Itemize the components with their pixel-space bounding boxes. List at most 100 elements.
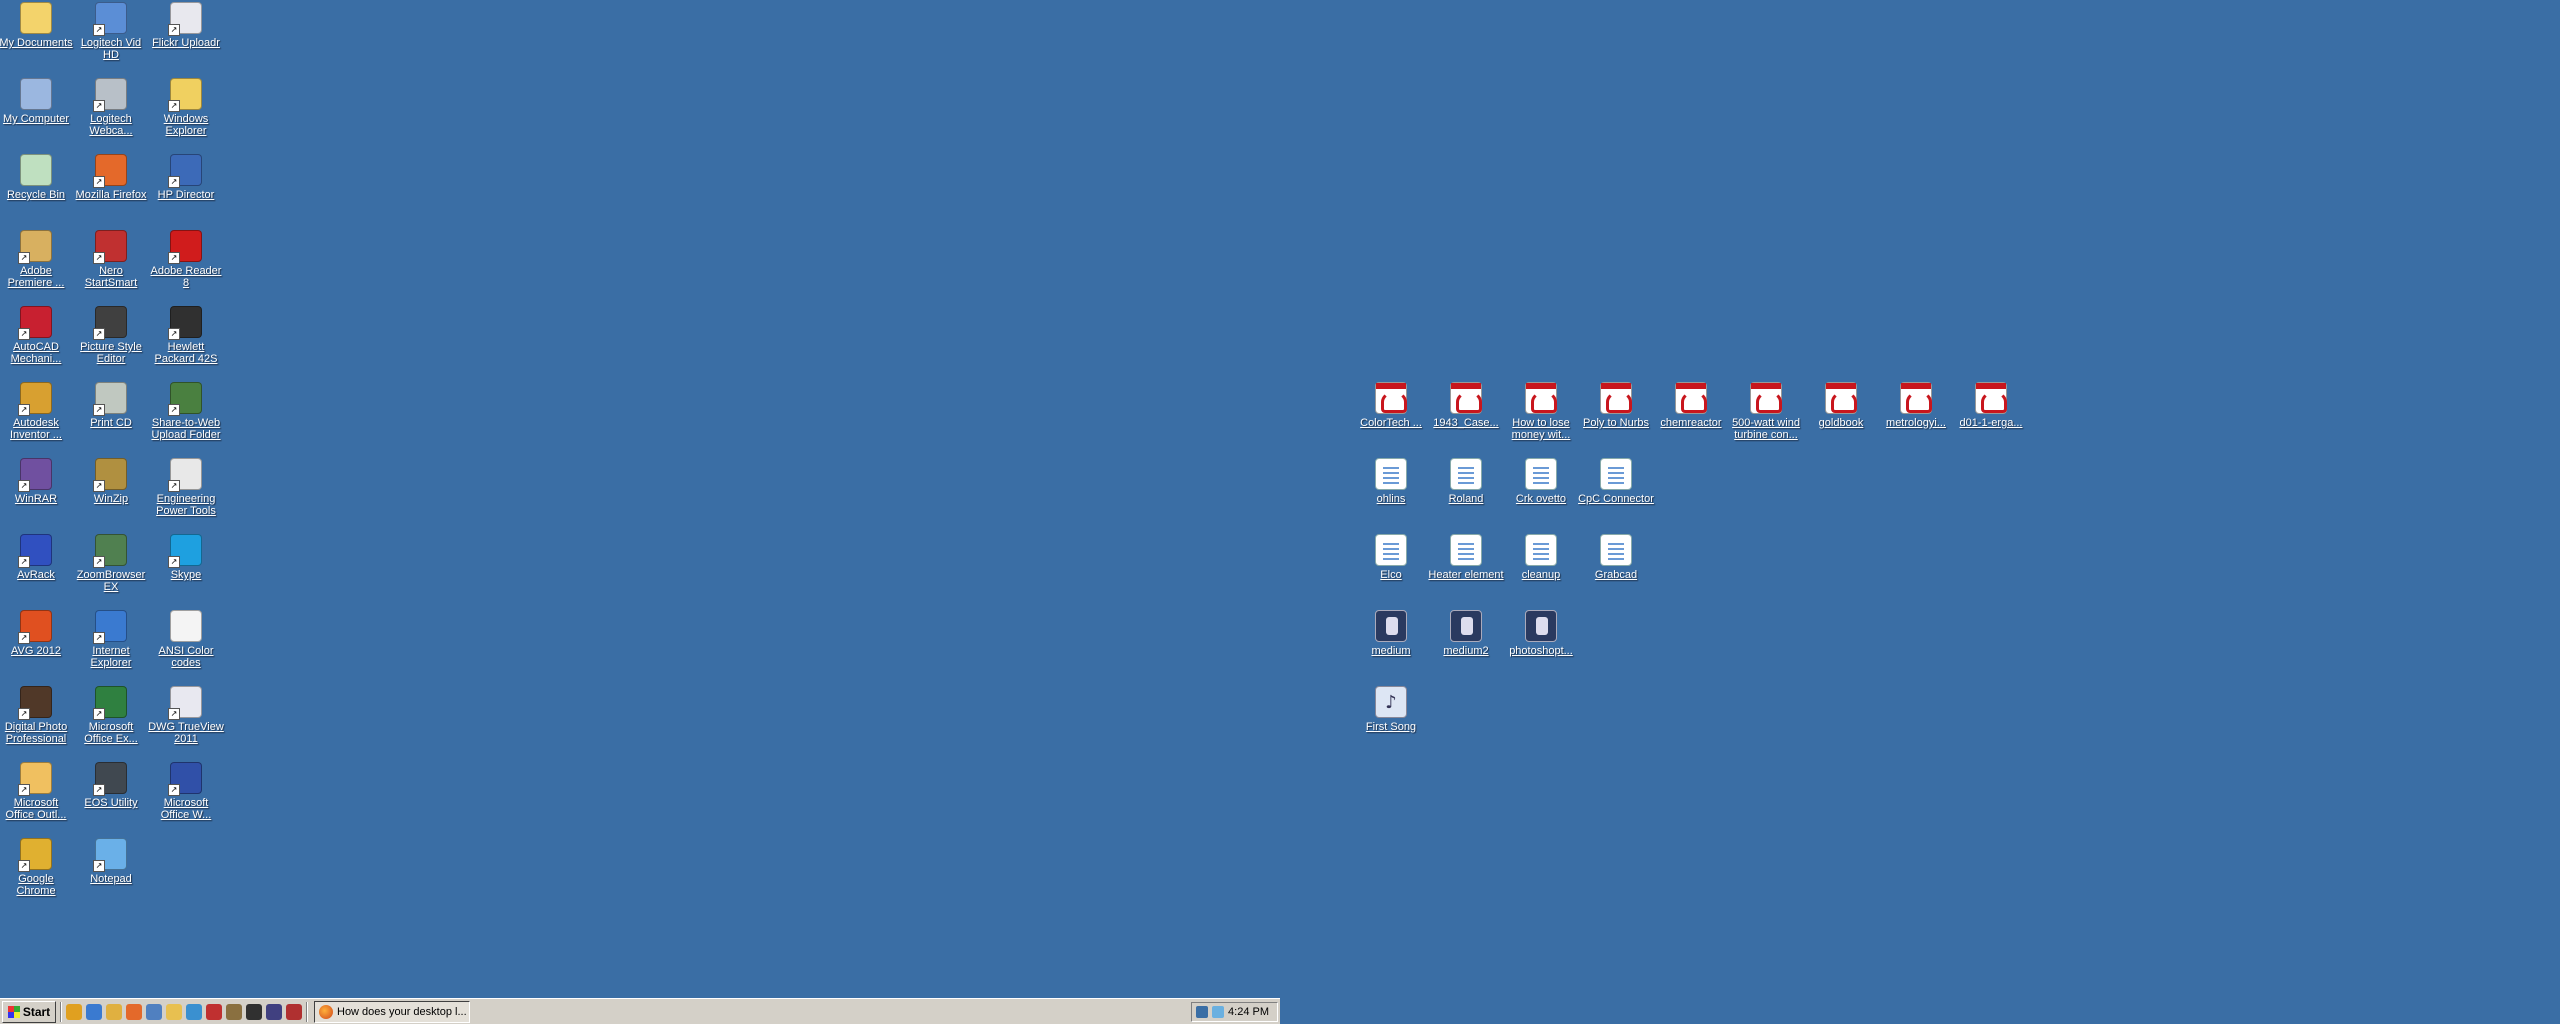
desktop-icon[interactable]: ↗ Picture Style Editor	[73, 306, 149, 365]
desktop-icon[interactable]: ↗ Adobe Reader 8	[148, 230, 224, 289]
ie-icon[interactable]	[86, 1003, 102, 1020]
desktop[interactable]: My Documents ↗ Logitech Vid HD ↗ Flickr Uplo…	[0, 0, 2560, 1024]
desktop-icon[interactable]: First Song	[1353, 686, 1429, 733]
desktop-icon[interactable]: cleanup	[1503, 534, 1579, 581]
explorer-icon[interactable]	[146, 1003, 162, 1020]
toolbox-icon[interactable]	[286, 1003, 302, 1020]
desktop-icon[interactable]: ↗ Engineering Power Tools	[148, 458, 224, 517]
desktop-icon-label: Windows Explorer	[163, 113, 209, 137]
help-icon[interactable]	[186, 1003, 202, 1020]
desktop-icon[interactable]: ohlins	[1353, 458, 1429, 505]
desktop-icon[interactable]: ↗ HP Director	[148, 154, 224, 201]
clock-icon[interactable]	[266, 1003, 282, 1020]
desktop-icon-label: Microsoft Office W...	[160, 797, 212, 821]
desktop-icon[interactable]: Elco	[1353, 534, 1429, 581]
desktop-icon-label: Notepad	[90, 873, 132, 885]
desktop-icon[interactable]: 1943_Case...	[1428, 382, 1504, 429]
webcam-icon: ↗	[93, 78, 127, 112]
pdf-file-icon	[1750, 382, 1782, 414]
desktop-icon[interactable]: How to lose money wit...	[1503, 382, 1579, 441]
desktop-icon[interactable]: ↗ Adobe Premiere ...	[0, 230, 74, 289]
desktop-icon-label: CpC Connector	[1578, 493, 1654, 505]
desktop-icon[interactable]: My Documents	[0, 2, 74, 49]
desktop-icon[interactable]: ↗ Digital Photo Professional	[0, 686, 74, 745]
desktop-icon-label: d01-1-erga...	[1959, 417, 2023, 429]
archive-icon[interactable]	[226, 1003, 242, 1020]
shortcut-arrow-icon: ↗	[93, 480, 105, 492]
pdf-file-icon	[1375, 382, 1407, 414]
desktop-icon[interactable]: ↗ AVG 2012	[0, 610, 74, 657]
desktop-icon[interactable]: ↗ WinRAR	[0, 458, 74, 505]
desktop-icon[interactable]: medium2	[1428, 610, 1504, 657]
shortcut-arrow-icon: ↗	[93, 24, 105, 36]
desktop-icon[interactable]: ↗ Skype	[148, 534, 224, 581]
desktop-icon[interactable]: ↗ Share-to-Web Upload Folder	[148, 382, 224, 441]
document-file-icon	[1450, 534, 1482, 566]
desktop-icon[interactable]: ↗ ZoomBrowser EX	[73, 534, 149, 593]
desktop-icon[interactable]: ↗ Flickr Uploadr	[148, 2, 224, 49]
network-icon[interactable]	[1196, 1005, 1209, 1018]
desktop-icon[interactable]: photoshopt...	[1503, 610, 1579, 657]
desktop-icon[interactable]: ↗ AutoCAD Mechani...	[0, 306, 74, 365]
desktop-icon[interactable]: ↗ Microsoft Office Outl...	[0, 762, 74, 821]
desktop-icon[interactable]: ↗ Internet Explorer	[73, 610, 149, 669]
desktop-icon[interactable]: goldbook	[1803, 382, 1879, 429]
clock[interactable]: 4:24 PM	[1228, 1006, 1269, 1018]
desktop-icon[interactable]: Roland	[1428, 458, 1504, 505]
desktop-icon[interactable]: ↗ Hewlett Packard 42S	[148, 306, 224, 365]
desktop-icon-label: AVG 2012	[11, 645, 61, 657]
desktop-icon[interactable]: medium	[1353, 610, 1429, 657]
desktop-icon-label: My Computer	[2, 113, 70, 125]
volume-icon[interactable]	[1212, 1005, 1225, 1018]
desktop-icon[interactable]: metrologyi...	[1878, 382, 1954, 429]
shortcut-arrow-icon: ↗	[93, 100, 105, 112]
desktop-icon-label: Skype	[170, 569, 202, 581]
terminal-icon[interactable]	[246, 1003, 262, 1020]
shortcut-arrow-icon: ↗	[168, 404, 180, 416]
desktop-icon[interactable]: ↗ Windows Explorer	[148, 78, 224, 137]
ie-icon: ↗	[93, 610, 127, 644]
desktop-icon[interactable]: ↗ Notepad	[73, 838, 149, 885]
outlook-icon[interactable]	[106, 1003, 122, 1020]
desktop-icon[interactable]: My Computer	[0, 78, 74, 125]
desktop-icon[interactable]: ColorTech ...	[1353, 382, 1429, 429]
desktop-icon-label: metrologyi...	[1886, 417, 1946, 429]
desktop-icon[interactable]: Poly to Nurbs	[1578, 382, 1654, 429]
shortcut-arrow-icon: ↗	[93, 860, 105, 872]
start-button[interactable]: Start	[2, 1000, 56, 1023]
desktop-icon[interactable]: ↗ Logitech Vid HD	[73, 2, 149, 61]
shortcut-arrow-icon: ↗	[93, 632, 105, 644]
desktop-icon[interactable]: ↗ Print CD	[73, 382, 149, 429]
desktop-icon[interactable]: Crk ovetto	[1503, 458, 1579, 505]
premiere-icon: ↗	[18, 230, 52, 264]
desktop-icon[interactable]: ↗ AvRack	[0, 534, 74, 581]
desktop-icon[interactable]: ↗ WinZip	[73, 458, 149, 505]
pdf-file-icon	[1975, 382, 2007, 414]
desktop-icon[interactable]: ↗ Google Chrome	[0, 838, 74, 897]
nero-icon[interactable]	[206, 1003, 222, 1020]
hp-director-icon: ↗	[168, 154, 202, 188]
desktop-icon[interactable]: ↗ Microsoft Office Ex...	[73, 686, 149, 745]
desktop-icon[interactable]: Grabcad	[1578, 534, 1654, 581]
pdf-file-icon	[1825, 382, 1857, 414]
desktop-icon[interactable]: ↗ Logitech Webca...	[73, 78, 149, 137]
desktop-icon[interactable]: d01-1-erga...	[1953, 382, 2029, 429]
desktop-icon[interactable]: CpC Connector	[1578, 458, 1654, 505]
desktop-icon[interactable]: ↗ EOS Utility	[73, 762, 149, 809]
taskbar-window-button[interactable]: How does your desktop l...	[314, 1000, 470, 1023]
desktop-icon[interactable]: ↗ Nero StartSmart	[73, 230, 149, 289]
chrome-icon[interactable]	[66, 1003, 82, 1020]
desktop-icon[interactable]: chemreactor	[1653, 382, 1729, 429]
desktop-icon[interactable]: 500-watt wind turbine con...	[1728, 382, 1804, 441]
desktop-icon[interactable]: ANSI Color codes	[148, 610, 224, 669]
desktop-icon[interactable]: ↗ Microsoft Office W...	[148, 762, 224, 821]
desktop-icon-label: My Documents	[0, 37, 73, 49]
desktop-icon[interactable]: ↗ Mozilla Firefox	[73, 154, 149, 201]
desktop-icon[interactable]: ↗ Autodesk Inventor ...	[0, 382, 74, 441]
firefox-icon[interactable]	[126, 1003, 142, 1020]
desktop-icon[interactable]: Heater element	[1428, 534, 1504, 581]
folder-icon[interactable]	[166, 1003, 182, 1020]
document-icon	[170, 610, 202, 642]
desktop-icon[interactable]: Recycle Bin	[0, 154, 74, 201]
desktop-icon[interactable]: ↗ DWG TrueView 2011	[148, 686, 224, 745]
